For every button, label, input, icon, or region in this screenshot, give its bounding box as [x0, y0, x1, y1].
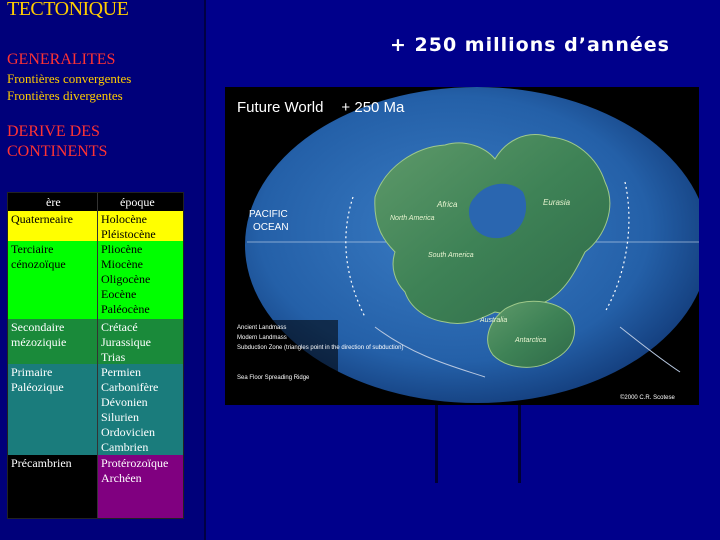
header-era: ère [46, 195, 61, 209]
era-cell: Terciaire cénozoïque [8, 241, 97, 319]
era-cell: Quaterneaire [8, 211, 97, 241]
continent-label: Australia [479, 317, 507, 324]
epoch-name: Eocène [101, 287, 137, 301]
map-title: Future World + 250 Ma [237, 99, 404, 116]
era-name: mézoziquie [11, 335, 67, 349]
convergent-boundaries-link[interactable]: Frontières convergentes [7, 70, 131, 87]
sidebar-divider [204, 0, 206, 540]
epoch-name: Holocène [101, 212, 147, 226]
epoch-name: Paléocène [101, 302, 150, 316]
era-cell: Primaire Paléozique [8, 364, 97, 455]
epoch-name: Silurien [101, 410, 139, 424]
epoch-name: Permien [101, 365, 141, 379]
continent-label: South America [428, 252, 474, 259]
continent-label: North America [390, 215, 435, 222]
epoch-name: Miocène [101, 257, 143, 271]
pacific-ocean-label: PACIFIC [249, 209, 288, 220]
epoch-cell: Crétacé Jurassique Trias [98, 319, 183, 364]
epoch-cell: Holocène Pléistocène [98, 211, 183, 241]
table-row[interactable]: Quaterneaire Holocène Pléistocène [8, 211, 183, 241]
epoch-name: Pléistocène [101, 227, 156, 241]
epoch-name: Dévonien [101, 395, 148, 409]
table-column-divider [97, 193, 98, 518]
epoch-cell: Protérozoïque Archéen [98, 455, 183, 518]
table-row[interactable]: Terciaire cénozoïque Pliocène Miocène Ol… [8, 241, 183, 319]
slide-title[interactable]: TECTONIQUE [7, 0, 129, 21]
epoch-name: Pliocène [101, 242, 143, 256]
epoch-name: Crétacé [101, 320, 138, 334]
globe-map-graphic: PACIFIC OCEAN Africa Eurasia North Ameri… [233, 87, 699, 403]
table-row[interactable]: Primaire Paléozique Permien Carbonifère … [8, 364, 183, 455]
connector-bar [435, 405, 438, 483]
future-world-map: PACIFIC OCEAN Africa Eurasia North Ameri… [225, 87, 699, 405]
era-name: Quaterneaire [11, 212, 73, 226]
continent-label: Eurasia [543, 198, 571, 207]
continental-drift-link[interactable]: DERIVE DES CONTINENTS [7, 122, 107, 162]
generalites-link[interactable]: GENERALITES [7, 50, 115, 70]
continental-drift-line1: DERIVE DES [7, 123, 100, 140]
epoch-cell: Pliocène Miocène Oligocène Eocène Paléoc… [98, 241, 183, 319]
epoch-name: Cambrien [101, 440, 149, 454]
epoch-name: Protérozoïque [101, 456, 169, 470]
era-name: Secondaire [11, 320, 65, 334]
legend-item: Ancient Landmass [237, 325, 286, 331]
epoch-cell: Permien Carbonifère Dévonien Silurien Or… [98, 364, 183, 455]
legend-item: Modern Landmass [237, 335, 287, 341]
table-row[interactable]: Précambrien Protérozoïque Archéen [8, 455, 183, 518]
epoch-name: Archéen [101, 471, 142, 485]
era-name: Précambrien [11, 456, 72, 470]
header-epoch: époque [120, 195, 155, 209]
map-copyright: ©2000 C.R. Scotese [620, 394, 675, 401]
map-title-text: Future World [237, 99, 324, 116]
era-cell: Secondaire mézoziquie [8, 319, 97, 364]
pacific-ocean-label: OCEAN [253, 222, 289, 233]
legend-item: Sea Floor Spreading Ridge [237, 375, 310, 381]
era-name: Primaire [11, 365, 53, 379]
table-header: ère époque [8, 193, 183, 211]
era-name: Paléozique [11, 380, 64, 394]
continental-drift-line2: CONTINENTS [7, 143, 108, 160]
main-heading: + 250 millions d’années [390, 34, 670, 56]
epoch-name: Jurassique [101, 335, 151, 349]
sidebar: TECTONIQUE GENERALITES Frontières conver… [0, 0, 206, 540]
continent-label: Africa [436, 200, 458, 209]
era-name: cénozoïque [11, 257, 66, 271]
epoch-name: Oligocène [101, 272, 151, 286]
epoch-name: Ordovicien [101, 425, 155, 439]
divergent-boundaries-link[interactable]: Frontières divergentes [7, 87, 123, 104]
epoch-name: Carbonifère [101, 380, 159, 394]
epoch-name: Trias [101, 350, 126, 364]
geologic-timescale-table: ère époque Quaterneaire Holocène Pléisto… [7, 192, 184, 519]
continent-label: Antarctica [514, 337, 546, 344]
table-row[interactable]: Secondaire mézoziquie Crétacé Jurassique… [8, 319, 183, 364]
era-name: Terciaire [11, 242, 54, 256]
connector-bar [518, 405, 521, 483]
era-cell: Précambrien [8, 455, 97, 518]
map-legend-box [233, 320, 338, 398]
legend-item: Subduction Zone (triangles point in the … [237, 345, 403, 351]
map-age: + 250 Ma [341, 99, 405, 116]
